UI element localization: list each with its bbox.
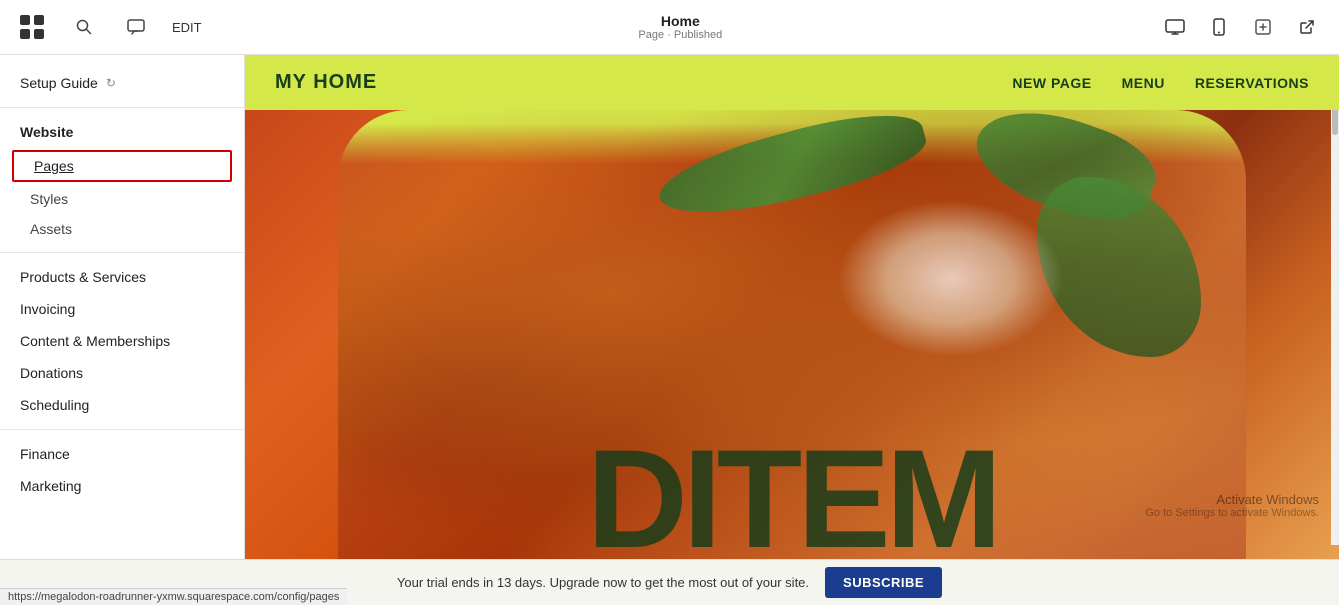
preview-nav-logo: MY HOME: [275, 71, 377, 94]
sidebar-item-styles[interactable]: Styles: [0, 184, 244, 214]
activation-line2: Go to Settings to activate Windows.: [1145, 507, 1319, 519]
top-bar-center: Home Page · Published: [638, 13, 722, 41]
sidebar-item-invoicing[interactable]: Invoicing: [0, 293, 244, 325]
edit-tool-button[interactable]: [1247, 11, 1279, 43]
sidebar-item-donations[interactable]: Donations: [0, 357, 244, 389]
sidebar-divider-2: [0, 252, 244, 253]
preview-content: MY HOME NEW PAGE MENU RESERVATIONS: [245, 55, 1339, 559]
sidebar-divider-1: [0, 107, 244, 108]
squarespace-logo[interactable]: [16, 11, 48, 43]
mobile-view-button[interactable]: [1203, 11, 1235, 43]
preview-food-area: DITEM Activate Windows Go to Settings to…: [245, 110, 1339, 559]
trial-text: Your trial ends in 13 days. Upgrade now …: [397, 575, 809, 590]
scrollbar-track: [1331, 55, 1339, 545]
main-layout: Setup Guide ↻ Website Pages Styles Asset…: [0, 55, 1339, 559]
edit-label: EDIT: [172, 20, 202, 35]
preview-nav-link-menu[interactable]: MENU: [1122, 75, 1165, 91]
sidebar-item-marketing[interactable]: Marketing: [0, 470, 244, 502]
preview-nav-links: NEW PAGE MENU RESERVATIONS: [1012, 75, 1309, 91]
sidebar-item-pages[interactable]: Pages: [12, 150, 232, 182]
sidebar-inner: Setup Guide ↻ Website Pages Styles Asset…: [0, 55, 244, 514]
sidebar-item-products-services[interactable]: Products & Services: [0, 261, 244, 293]
page-title: Home: [638, 13, 722, 29]
search-button[interactable]: [68, 11, 100, 43]
top-bar-left: EDIT: [16, 11, 202, 43]
desktop-view-button[interactable]: [1159, 11, 1191, 43]
sidebar-divider-3: [0, 429, 244, 430]
setup-guide-icon: ↻: [106, 76, 116, 90]
page-subtitle: Page · Published: [638, 29, 722, 41]
preview-nav-link-reservations[interactable]: RESERVATIONS: [1195, 75, 1309, 91]
preview-nav: MY HOME NEW PAGE MENU RESERVATIONS: [245, 55, 1339, 110]
preview-area: MY HOME NEW PAGE MENU RESERVATIONS: [245, 55, 1339, 559]
sidebar: Setup Guide ↻ Website Pages Styles Asset…: [0, 55, 245, 559]
preview-nav-link-newpage[interactable]: NEW PAGE: [1012, 75, 1091, 91]
activation-line1: Activate Windows: [1145, 492, 1319, 507]
external-link-button[interactable]: [1291, 11, 1323, 43]
setup-guide-label: Setup Guide: [20, 75, 98, 91]
top-bar: EDIT Home Page · Published: [0, 0, 1339, 55]
sidebar-item-finance[interactable]: Finance: [0, 438, 244, 470]
sidebar-item-website: Website: [0, 116, 244, 148]
comment-button[interactable]: [120, 11, 152, 43]
sidebar-item-scheduling[interactable]: Scheduling: [0, 389, 244, 421]
activation-watermark: Activate Windows Go to Settings to activ…: [1145, 492, 1319, 519]
sidebar-item-content-memberships[interactable]: Content & Memberships: [0, 325, 244, 357]
top-bar-right: [1159, 11, 1323, 43]
food-rounded-container: [338, 110, 1246, 559]
subscribe-button[interactable]: SUBSCRIBE: [825, 567, 942, 598]
sidebar-item-assets[interactable]: Assets: [0, 214, 244, 244]
white-sauce: [837, 200, 1064, 357]
sidebar-item-setup-guide[interactable]: Setup Guide ↻: [0, 67, 244, 99]
url-bar: https://megalodon-roadrunner-yxmw.square…: [0, 588, 347, 605]
